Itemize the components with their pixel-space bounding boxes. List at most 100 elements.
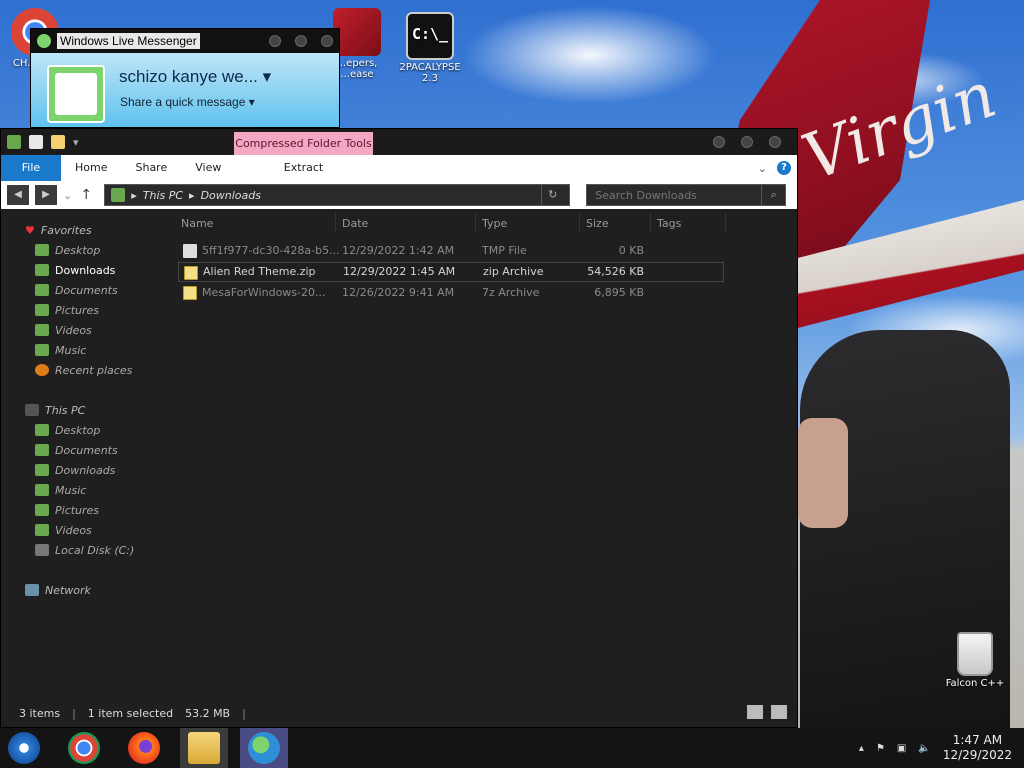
- nav-thispc[interactable]: This PC: [25, 401, 85, 419]
- folder-icon: [111, 188, 126, 202]
- large-icons-view-icon[interactable]: [771, 705, 787, 719]
- table-row[interactable]: 5ff1f977-dc30-428a-b5... 12/29/2022 1:42…: [178, 241, 724, 261]
- file-date: 12/29/2022 1:42 AM: [342, 244, 455, 257]
- display-name[interactable]: schizo kanye we... ▾: [119, 67, 271, 87]
- status-item-count: 3 items: [19, 706, 61, 720]
- taskbar-firefox[interactable]: [120, 728, 168, 768]
- file-name: Alien Red Theme.zip: [203, 265, 316, 278]
- close-button[interactable]: [769, 136, 781, 148]
- music-icon: [35, 484, 49, 496]
- nav-fav-documents[interactable]: Documents: [35, 281, 118, 299]
- chevron-down-icon[interactable]: ⌄: [758, 162, 767, 175]
- videos-icon: [35, 524, 49, 536]
- table-row[interactable]: Alien Red Theme.zip 12/29/2022 1:45 AM z…: [178, 262, 724, 282]
- nav-label: Music: [55, 343, 87, 357]
- nav-pc-desktop[interactable]: Desktop: [35, 421, 100, 439]
- folder-icon: [188, 732, 220, 764]
- nav-favorites[interactable]: ♥ Favorites: [25, 221, 92, 239]
- flag-icon[interactable]: ⚑: [876, 743, 885, 754]
- taskbar-chrome[interactable]: [60, 728, 108, 768]
- show-hidden-icons-icon[interactable]: ▴: [859, 743, 864, 754]
- minimize-button[interactable]: [713, 136, 725, 148]
- 7z-icon: [183, 286, 197, 300]
- tab-home[interactable]: Home: [61, 155, 121, 181]
- refresh-icon[interactable]: ↻: [541, 185, 563, 205]
- desktop-icon-2pacalypse[interactable]: C:\_ 2PACALYPSE 2.3: [395, 12, 465, 84]
- nav-pc-downloads[interactable]: Downloads: [35, 461, 115, 479]
- new-folder-icon[interactable]: [51, 135, 65, 149]
- nav-label: Music: [55, 483, 87, 497]
- column-name[interactable]: Name: [181, 215, 213, 233]
- address-bar[interactable]: ▸ This PC ▸ Downloads ↻: [104, 184, 571, 206]
- nav-pc-documents[interactable]: Documents: [35, 441, 118, 459]
- search-input[interactable]: [587, 188, 762, 202]
- forward-button[interactable]: ▶: [35, 185, 57, 205]
- nav-fav-videos[interactable]: Videos: [35, 321, 92, 339]
- documents-icon: [35, 444, 49, 456]
- column-tags[interactable]: Tags: [657, 215, 681, 233]
- close-button[interactable]: [321, 35, 333, 47]
- nav-pc-pictures[interactable]: Pictures: [35, 501, 99, 519]
- column-date[interactable]: Date: [342, 215, 368, 233]
- desktop-icon: [35, 424, 49, 436]
- taskbar-messenger[interactable]: [240, 728, 288, 768]
- clock[interactable]: 1:47 AM 12/29/2022: [943, 733, 1012, 763]
- network-icon[interactable]: ▣: [897, 743, 906, 754]
- breadcrumb-separator-icon: ▸: [131, 188, 137, 202]
- chevron-down-icon[interactable]: ▾: [73, 136, 79, 149]
- nav-fav-music[interactable]: Music: [35, 341, 86, 359]
- nav-fav-desktop[interactable]: Desktop: [35, 241, 100, 259]
- downloads-icon: [35, 464, 49, 476]
- recent-locations-icon[interactable]: ⌄: [63, 189, 72, 202]
- network-icon: [25, 584, 39, 596]
- properties-icon[interactable]: [29, 135, 43, 149]
- file-name: 5ff1f977-dc30-428a-b5...: [202, 244, 340, 257]
- back-button[interactable]: ◀: [7, 185, 29, 205]
- nav-fav-recent[interactable]: Recent places: [35, 361, 132, 379]
- tab-file[interactable]: File: [1, 155, 61, 181]
- maximize-button[interactable]: [295, 35, 307, 47]
- nav-label: Videos: [55, 523, 92, 537]
- nav-label: Downloads: [55, 463, 116, 477]
- details-view-icon[interactable]: [747, 705, 763, 719]
- nav-network[interactable]: Network: [25, 581, 91, 599]
- explorer-titlebar[interactable]: ▾: [1, 129, 797, 155]
- desktop-icon-falcon[interactable]: Falcon C++: [940, 632, 1010, 689]
- nav-label: This PC: [45, 403, 86, 417]
- breadcrumb-thispc[interactable]: This PC: [143, 189, 183, 202]
- nav-fav-downloads[interactable]: Downloads: [35, 261, 115, 279]
- taskbar-explorer[interactable]: [180, 728, 228, 768]
- file-type: zip Archive: [483, 265, 544, 278]
- quick-message[interactable]: Share a quick message ▾: [120, 95, 255, 109]
- music-icon: [35, 344, 49, 356]
- up-arrow-icon[interactable]: ↑: [78, 187, 94, 203]
- tab-share[interactable]: Share: [121, 155, 181, 181]
- file-date: 12/29/2022 1:45 AM: [343, 265, 456, 278]
- table-row[interactable]: MesaForWindows-20... 12/26/2022 9:41 AM …: [178, 283, 724, 303]
- nav-label: Videos: [55, 323, 92, 337]
- nav-pc-videos[interactable]: Videos: [35, 521, 92, 539]
- column-size[interactable]: Size: [586, 215, 609, 233]
- chrome-icon: [68, 732, 100, 764]
- nav-fav-pictures[interactable]: Pictures: [35, 301, 99, 319]
- minimize-button[interactable]: [269, 35, 281, 47]
- nav-pc-music[interactable]: Music: [35, 481, 86, 499]
- tab-extract[interactable]: Extract: [234, 155, 373, 181]
- tab-view[interactable]: View: [181, 155, 235, 181]
- nav-pc-localdisk[interactable]: Local Disk (C:): [35, 541, 134, 559]
- volume-icon[interactable]: 🔈: [918, 743, 930, 754]
- desktop-icon: [35, 244, 49, 256]
- nav-label: Documents: [55, 283, 118, 297]
- heart-icon: ♥: [25, 223, 35, 237]
- desktop-icon-label: 2PACALYPSE 2.3: [399, 62, 461, 84]
- ribbon: File Home Share View Extract ⌄ ?: [1, 155, 797, 181]
- column-type[interactable]: Type: [482, 215, 507, 233]
- messenger-titlebar[interactable]: Windows Live Messenger: [31, 29, 339, 53]
- maximize-button[interactable]: [741, 136, 753, 148]
- start-button[interactable]: [0, 728, 48, 768]
- nav-label: Desktop: [55, 243, 101, 257]
- help-icon[interactable]: ?: [777, 161, 791, 175]
- breadcrumb-downloads[interactable]: Downloads: [201, 189, 261, 202]
- avatar[interactable]: [47, 65, 105, 123]
- search-icon[interactable]: ⌕: [761, 185, 785, 205]
